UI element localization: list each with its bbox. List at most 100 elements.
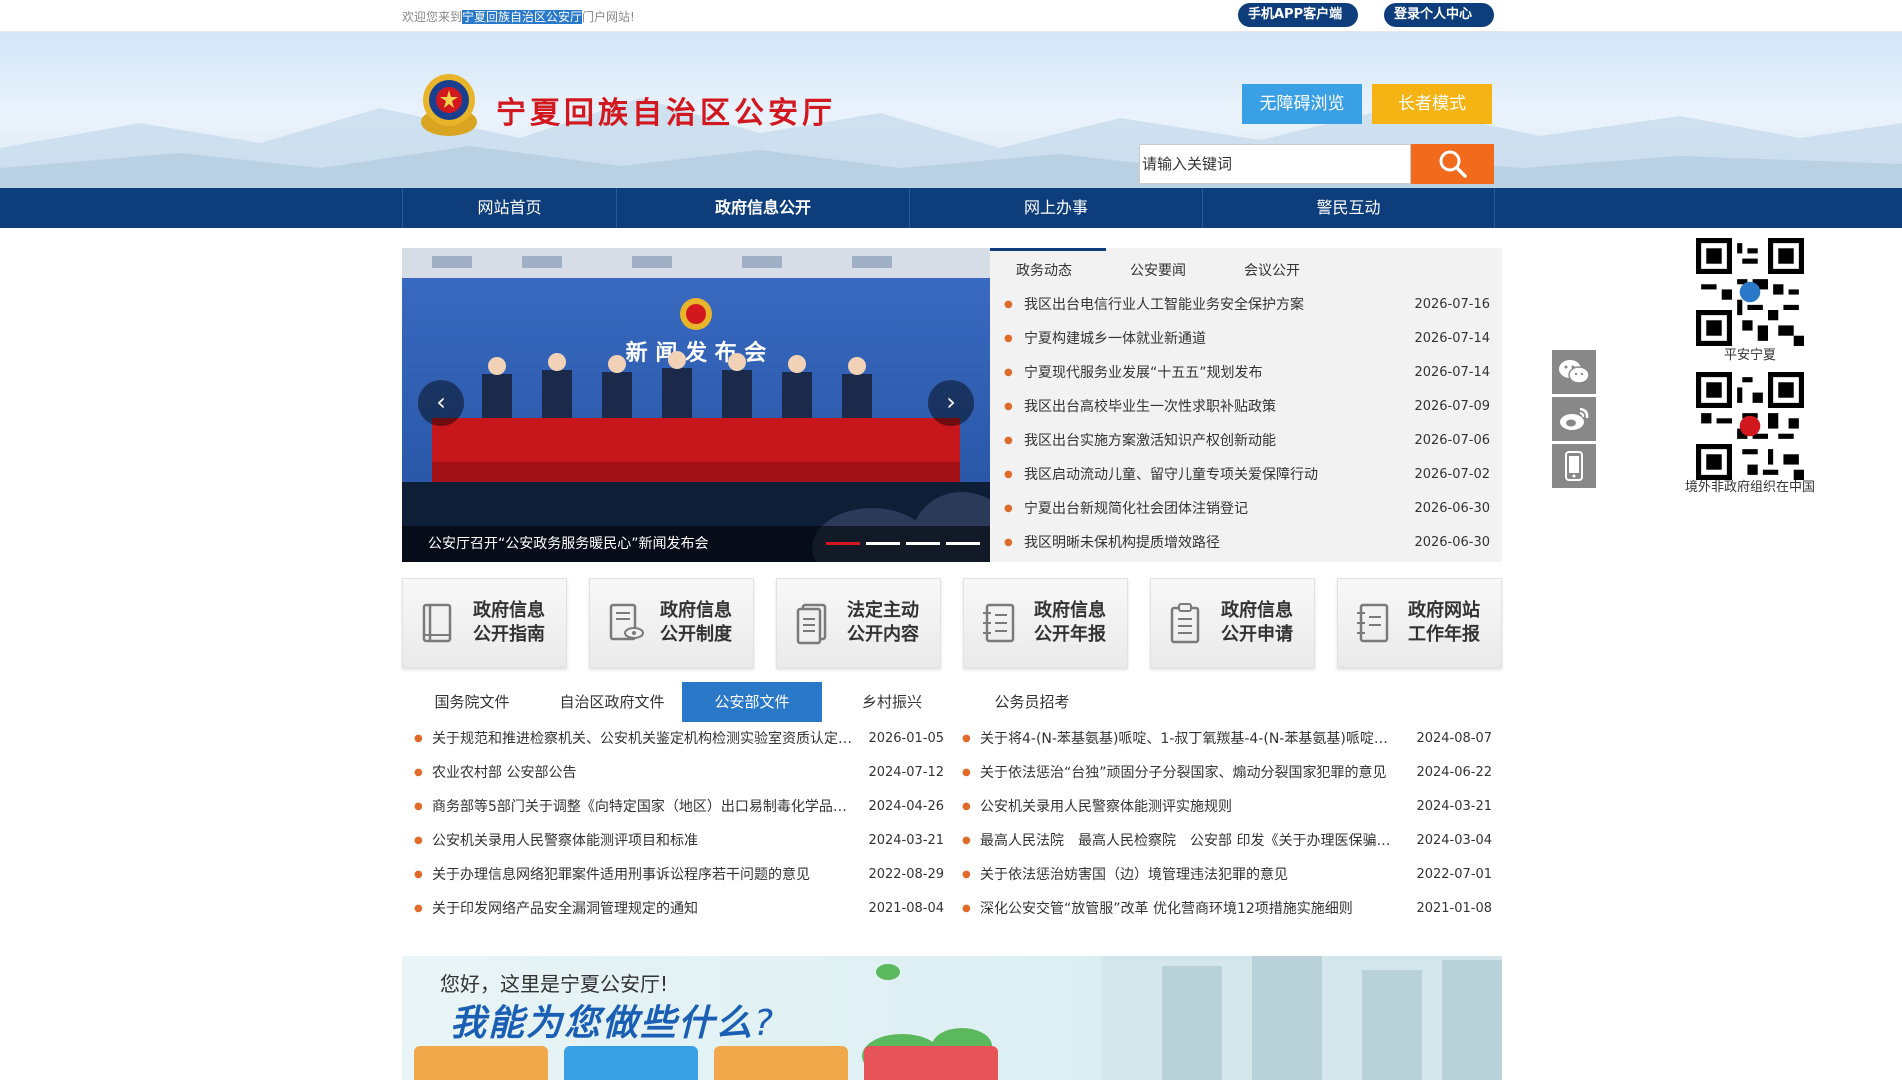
news-item[interactable]: ● 宁夏现代服务业发展“十五五”规划发布 2026-07-14 [1004,356,1490,390]
search-button[interactable] [1411,144,1494,184]
tab-police-news[interactable]: 公安要闻 [1130,260,1186,280]
document-date: 2024-08-07 [1416,731,1492,746]
document-item[interactable]: ● 农业农村部 公安部公告 2024-07-12 [414,756,944,790]
tab-gov-news[interactable]: 政务动态 [990,248,1106,280]
document-item[interactable]: ● 关于规范和推进检察机关、公安机关鉴定机构检测实验室资质认定工作的通知 2026-… [414,722,944,756]
document-eye-icon [609,603,644,641]
document-item[interactable]: ● 公安机关录用人民警察体能测评项目和标准 2024-03-21 [414,824,944,858]
document-title[interactable]: 公安机关录用人民警察体能测评实施规则 [980,790,1400,824]
slider-prev-button[interactable]: ‹ [418,380,464,426]
document-title[interactable]: 关于办理信息网络犯罪案件适用刑事诉讼程序若干问题的意见 [432,858,852,892]
document-item[interactable]: ● 关于依法惩治“台独”顽固分子分裂国家、煽动分裂国家犯罪的意见 2024-06-2… [962,756,1492,790]
document-title[interactable]: 深化公安交管“放管服”改革 优化营商环境12项措施实施细则 [980,892,1400,926]
news-title[interactable]: 我区出台高校毕业生一次性求职补贴政策 [1024,390,1276,424]
document-title[interactable]: 关于规范和推进检察机关、公安机关鉴定机构检测实验室资质认定工作的通知 [432,722,852,756]
book-icon [422,603,452,643]
service-tile-3[interactable] [714,1046,848,1080]
feature-card-line2: 工作年报 [1408,624,1480,645]
search-icon [1439,150,1467,178]
news-item[interactable]: ● 宁夏出台新规简化社会团体注销登记 2026-06-30 [1004,492,1490,526]
news-title[interactable]: 宁夏构建城乡一体就业新通道 [1024,322,1206,356]
news-item[interactable]: ● 我区出台高校毕业生一次性求职补贴政策 2026-07-09 [1004,390,1490,424]
bullet-icon: ● [414,733,423,744]
nav-gov-info[interactable]: 政府信息公开 [616,188,909,228]
news-date: 2026-07-14 [1414,331,1490,346]
document-item[interactable]: ● 关于办理信息网络犯罪案件适用刑事诉讼程序若干问题的意见 2022-08-29 [414,858,944,892]
weibo-button[interactable] [1552,397,1596,441]
document-title[interactable]: 关于印发网络产品安全漏洞管理规定的通知 [432,892,852,926]
document-title[interactable]: 商务部等5部门关于调整《向特定国家（地区）出口易制毒化学品管理目录》的公告 [432,790,852,824]
document-title[interactable]: 关于依法惩治“台独”顽固分子分裂国家、煽动分裂国家犯罪的意见 [980,756,1400,790]
welcome-prefix: 欢迎您来到 [402,10,463,24]
document-title[interactable]: 关于依法惩治妨害国（边）境管理违法犯罪的意见 [980,858,1400,892]
bullet-icon: ● [1004,435,1013,446]
tab-state-council[interactable]: 国务院文件 [402,682,542,722]
document-title[interactable]: 最高人民法院 最高人民检察院 公安部 印发《关于办理医保骗保刑事案件若干问题的指… [980,824,1400,858]
news-title[interactable]: 我区出台电信行业人工智能业务安全保护方案 [1024,288,1304,322]
nav-home[interactable]: 网站首页 [402,188,616,228]
feature-card-line1: 政府信息 [660,600,732,621]
mobile-button[interactable] [1552,444,1596,488]
nav-interaction[interactable]: 警民互动 [1202,188,1494,228]
elder-mode-button[interactable]: 长者模式 [1372,84,1492,124]
document-item[interactable]: ● 最高人民法院 最高人民检察院 公安部 印发《关于办理医保骗保刑事案件若干问题的… [962,824,1492,858]
wechat-button[interactable] [1552,350,1596,394]
login-button[interactable]: 登录个人中心 [1384,3,1494,27]
news-item[interactable]: ● 我区启动流动儿童、留守儿童专项关爱保障行动 2026-07-02 [1004,458,1490,492]
feature-card-line2: 公开年报 [1034,624,1106,645]
banner-greeting: 您好，这里是宁夏公安厅! [440,972,669,996]
service-tile-1[interactable] [414,1046,548,1080]
news-title[interactable]: 我区明晰未保机构提质增效路径 [1024,526,1220,560]
document-title[interactable]: 关于将4-(N-苯基氨基)哌啶、1-叔丁氧羰基-4-(N-苯基氨基)哌啶等列入易… [980,722,1400,756]
document-item[interactable]: ● 深化公安交管“放管服”改革 优化营商环境12项措施实施细则 2021-01-08 [962,892,1492,926]
news-item[interactable]: ● 我区出台实施方案激活知识产权创新动能 2026-07-06 [1004,424,1490,458]
document-date: 2024-04-26 [868,799,944,814]
news-title[interactable]: 宁夏出台新规简化社会团体注销登记 [1024,492,1248,526]
tab-ministry[interactable]: 公安部文件 [682,682,822,722]
document-item[interactable]: ● 关于印发网络产品安全漏洞管理规定的通知 2021-08-04 [414,892,944,926]
document-item[interactable]: ● 关于依法惩治妨害国（边）境管理违法犯罪的意见 2022-07-01 [962,858,1492,892]
qr-code-ngo[interactable] [1696,372,1804,480]
document-title[interactable]: 公安机关录用人民警察体能测评项目和标准 [432,824,852,858]
news-title[interactable]: 我区启动流动儿童、留守儿童专项关爱保障行动 [1024,458,1318,492]
feature-card[interactable]: 政府信息 公开年报 [963,578,1128,668]
news-item[interactable]: ● 我区明晰未保机构提质增效路径 2026-06-30 [1004,526,1490,560]
document-date: 2021-08-04 [868,901,944,916]
document-item[interactable]: ● 关于将4-(N-苯基氨基)哌啶、1-叔丁氧羰基-4-(N-苯基氨基)哌啶等列入… [962,722,1492,756]
service-tile-4[interactable] [864,1046,998,1080]
slider-dot[interactable] [906,542,940,545]
service-tile-2[interactable] [564,1046,698,1080]
document-item[interactable]: ● 公安机关录用人民警察体能测评实施规则 2024-03-21 [962,790,1492,824]
slider-dot[interactable] [826,542,860,545]
slider-next-button[interactable]: › [928,380,974,426]
news-title[interactable]: 我区出台实施方案激活知识产权创新动能 [1024,424,1276,458]
feature-card[interactable]: 法定主动 公开内容 [776,578,941,668]
feature-card[interactable]: 政府网站 工作年报 [1337,578,1502,668]
search-input[interactable]: 请输入关键词 [1139,144,1411,184]
feature-card-line2: 公开申请 [1221,624,1293,645]
news-item[interactable]: ● 宁夏构建城乡一体就业新通道 2026-07-14 [1004,322,1490,356]
news-item[interactable]: ● 我区出台电信行业人工智能业务安全保护方案 2026-07-16 [1004,288,1490,322]
slider-dot[interactable] [866,542,900,545]
mobile-app-button[interactable]: 手机APP客户端 [1238,3,1358,27]
feature-card[interactable]: 政府信息 公开申请 [1150,578,1315,668]
document-item[interactable]: ● 商务部等5部门关于调整《向特定国家（地区）出口易制毒化学品管理目录》的公告 20… [414,790,944,824]
tab-meetings[interactable]: 会议公开 [1244,260,1300,280]
bullet-icon: ● [962,903,971,914]
news-title[interactable]: 宁夏现代服务业发展“十五五”规划发布 [1024,356,1263,390]
feature-card[interactable]: 政府信息 公开制度 [589,578,754,668]
qr-code-ping-an-ningxia[interactable] [1696,238,1804,346]
nav-online-service[interactable]: 网上办事 [909,188,1202,228]
tab-region-gov[interactable]: 自治区政府文件 [542,682,682,722]
tab-civil-exam[interactable]: 公务员招考 [962,682,1102,722]
slider-dot[interactable] [946,542,980,545]
bullet-icon: ● [414,835,423,846]
feature-card[interactable]: 政府信息 公开指南 [402,578,567,668]
document-title[interactable]: 农业农村部 公安部公告 [432,756,852,790]
feature-card-line2: 公开指南 [473,624,545,645]
accessibility-button[interactable]: 无障碍浏览 [1242,84,1362,124]
news-slider[interactable]: 新 闻 发 布 会 ‹ › 公安厅召开“公安政务服务暖民心”新闻发布会 [402,248,990,562]
bullet-icon: ● [414,903,423,914]
bullet-icon: ● [962,835,971,846]
tab-rural[interactable]: 乡村振兴 [822,682,962,722]
